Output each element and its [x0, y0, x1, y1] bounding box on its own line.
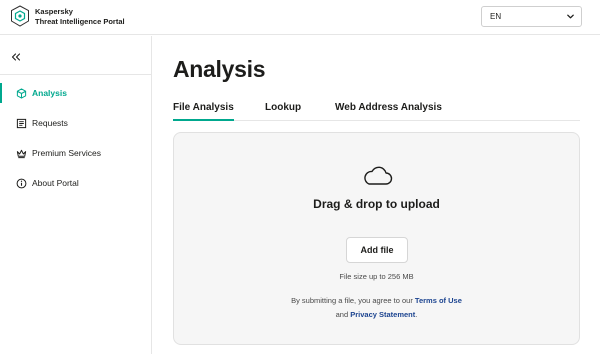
sidebar-item-analysis[interactable]: Analysis — [0, 81, 151, 105]
terms-of-use-link[interactable]: Terms of Use — [415, 296, 462, 305]
legal-notice: By submitting a file, you agree to our T… — [174, 294, 579, 322]
file-size-note: File size up to 256 MB — [339, 272, 414, 281]
sidebar: Analysis Requests Premium Services About… — [0, 36, 152, 354]
legal-prefix: By submitting a file, you agree to our — [291, 296, 413, 305]
cloud-icon — [361, 163, 393, 187]
dropzone-title: Drag & drop to upload — [313, 197, 440, 211]
document-list-icon — [16, 118, 27, 129]
language-select[interactable]: EN — [481, 6, 582, 27]
sidebar-item-requests[interactable]: Requests — [0, 111, 151, 135]
sidebar-item-premium-services[interactable]: Premium Services — [0, 141, 151, 165]
double-chevron-left-icon — [11, 53, 21, 61]
brand-line-2: Threat Intelligence Portal — [35, 17, 125, 26]
add-file-button[interactable]: Add file — [346, 237, 408, 263]
analysis-tabs: File Analysis Lookup Web Address Analysi… — [173, 100, 580, 121]
chevron-down-icon — [567, 14, 574, 19]
legal-and: and — [335, 310, 349, 319]
tab-file-analysis[interactable]: File Analysis — [173, 100, 234, 121]
privacy-statement-link[interactable]: Privacy Statement — [350, 310, 415, 319]
info-icon — [16, 178, 27, 189]
cube-icon — [16, 87, 27, 99]
kaspersky-shield-icon[interactable] — [10, 5, 30, 27]
collapse-sidebar-button[interactable] — [9, 50, 23, 64]
sidebar-divider — [0, 74, 151, 75]
crown-icon — [16, 148, 27, 159]
language-value: EN — [490, 12, 502, 21]
sidebar-item-about-portal[interactable]: About Portal — [0, 171, 151, 195]
sidebar-item-label: Requests — [32, 118, 68, 128]
page-title: Analysis — [173, 56, 266, 82]
brand-line-1: Kaspersky — [35, 7, 73, 16]
file-dropzone[interactable]: Drag & drop to upload Add file File size… — [173, 132, 580, 345]
sidebar-item-label: Premium Services — [32, 148, 101, 158]
tab-web-address-analysis[interactable]: Web Address Analysis — [335, 100, 442, 121]
legal-suffix: . — [415, 310, 418, 319]
top-header: Kaspersky Threat Intelligence Portal EN — [0, 0, 600, 35]
tab-lookup[interactable]: Lookup — [265, 100, 301, 121]
sidebar-item-label: About Portal — [32, 178, 79, 188]
sidebar-item-label: Analysis — [32, 88, 67, 98]
brand-name[interactable]: Kaspersky Threat Intelligence Portal — [35, 7, 125, 27]
